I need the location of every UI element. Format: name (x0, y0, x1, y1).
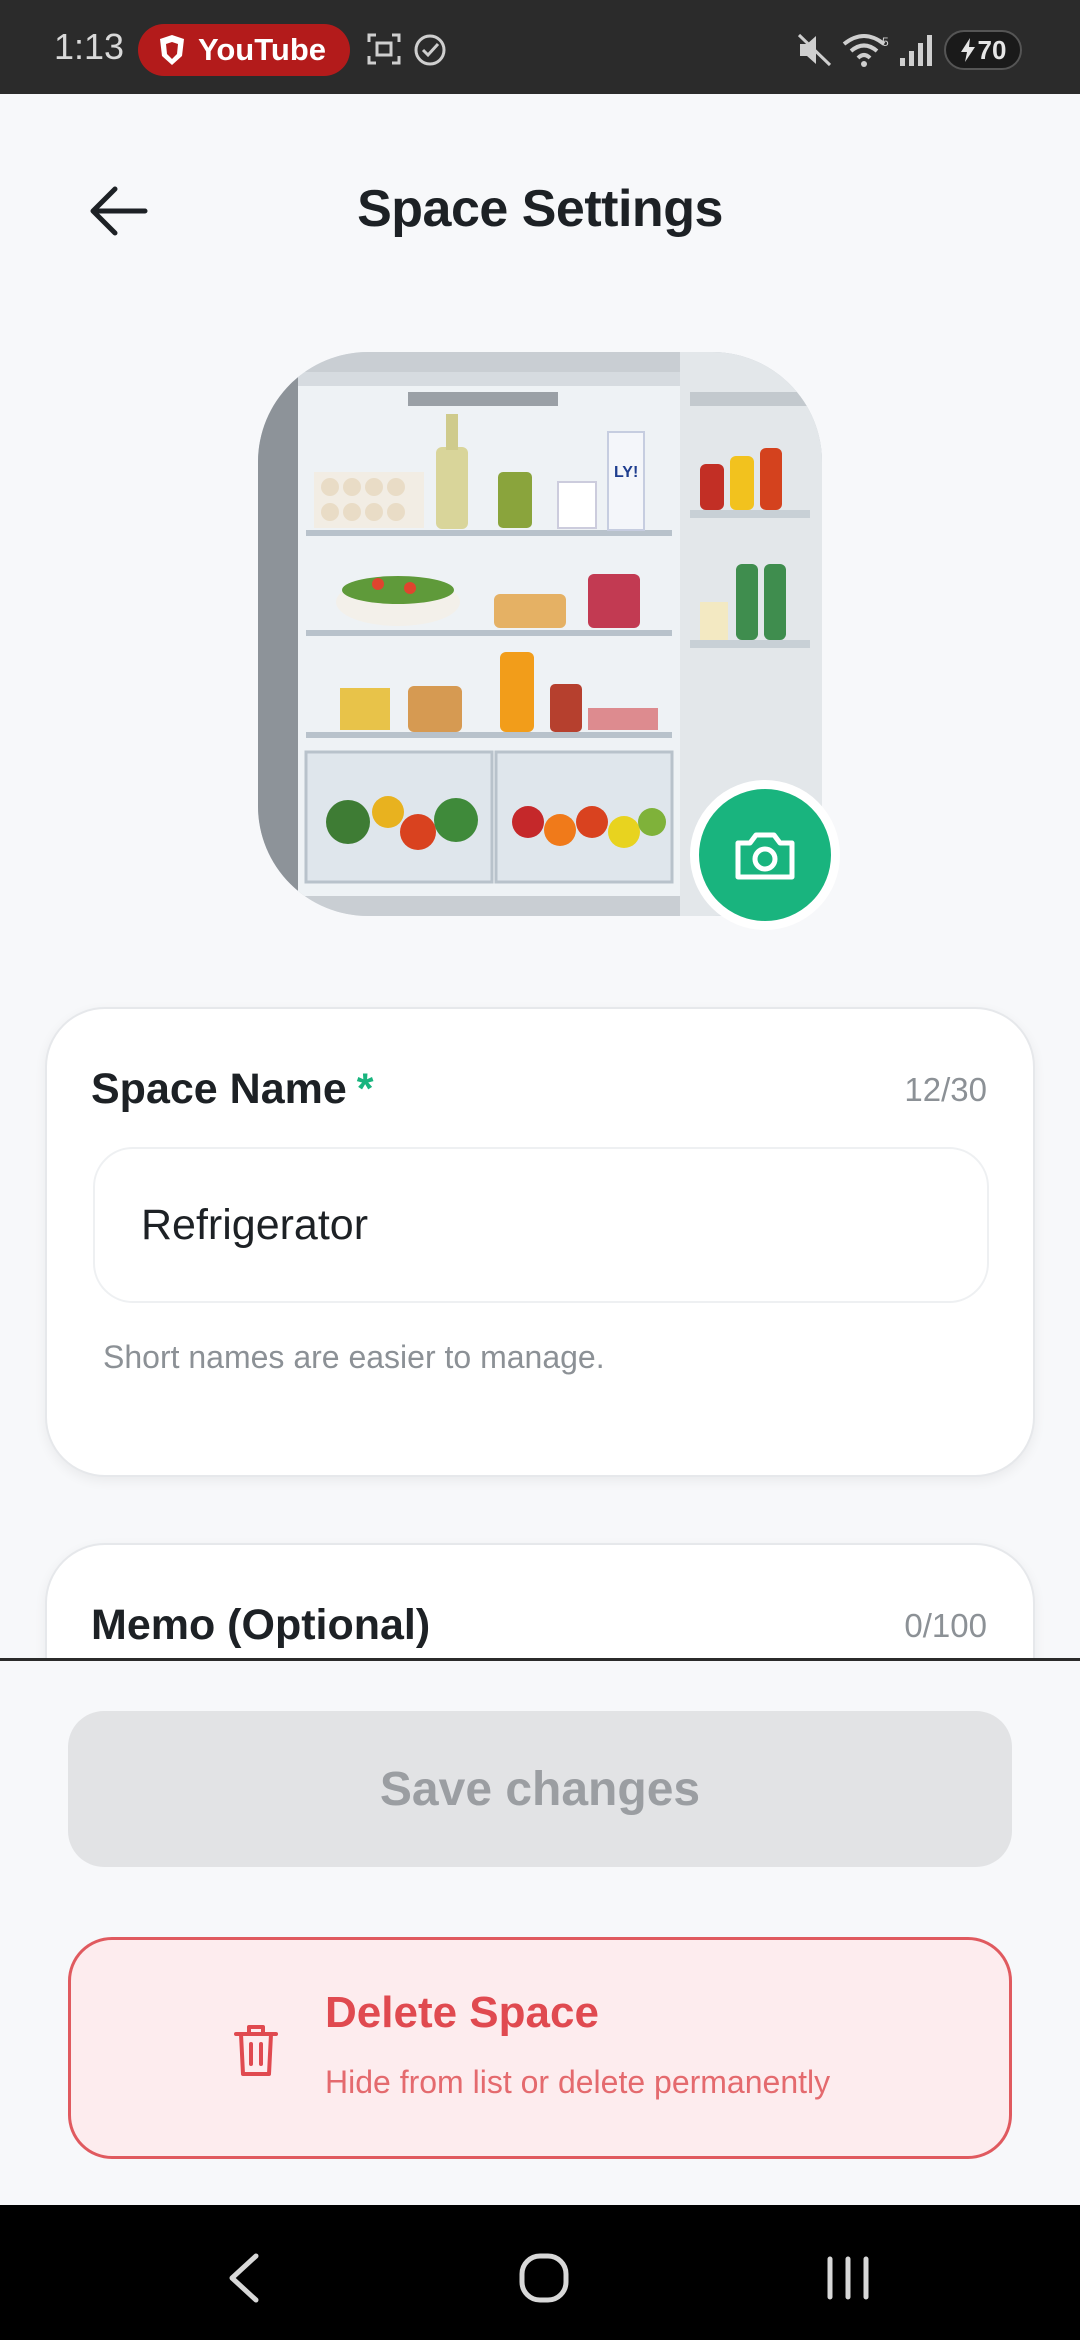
status-bar: 1:13 YouTube 5 70 (0, 0, 1080, 94)
space-name-input[interactable] (93, 1147, 989, 1303)
memo-counter: 0/100 (904, 1607, 987, 1644)
battery-level: 70 (977, 34, 1007, 65)
svg-text:LY!: LY! (614, 464, 638, 481)
wifi-icon: 5 (842, 34, 889, 67)
space-name-label: Space Name * (91, 1065, 374, 1114)
change-photo-button[interactable] (690, 780, 840, 930)
nav-recents-icon (827, 2256, 869, 2300)
signal-icon (900, 35, 932, 66)
youtube-pill[interactable]: YouTube (138, 24, 350, 76)
mute-icon (797, 33, 832, 67)
svg-text:5: 5 (882, 35, 889, 49)
check-circle-icon (414, 34, 446, 66)
bottom-action-panel: Save changes Delete Space Hide from list… (0, 1658, 1080, 2205)
nav-recents-button[interactable] (808, 2243, 888, 2313)
memo-label: Memo (Optional) (91, 1601, 431, 1649)
space-name-card: Space Name* 12/30 Short names are easier… (45, 1007, 1035, 1477)
camera-icon (735, 832, 795, 880)
youtube-pill-label: YouTube (198, 32, 326, 67)
nav-home-icon (519, 2253, 569, 2303)
delete-space-title: Delete Space (325, 1988, 599, 2037)
nav-back-button[interactable] (204, 2243, 284, 2313)
nav-home-button[interactable] (504, 2243, 584, 2313)
save-changes-button[interactable]: Save changes (68, 1711, 1012, 1867)
system-nav-bar (0, 2205, 1080, 2340)
space-name-counter: 12/30 (904, 1071, 987, 1108)
space-name-label-text: Space Name (91, 1065, 347, 1113)
brave-shield-icon (160, 35, 184, 65)
app-header: Space Settings (0, 94, 1080, 334)
delete-space-button[interactable]: Delete Space Hide from list or delete pe… (68, 1937, 1012, 2159)
charging-bolt-icon (960, 38, 975, 62)
status-time: 1:13 (54, 26, 125, 67)
battery-indicator: 70 (944, 30, 1022, 70)
page-title: Space Settings (357, 180, 723, 238)
nav-back-icon (229, 2253, 259, 2303)
required-asterisk: * (356, 1065, 374, 1113)
screenshot-icon (367, 33, 401, 65)
space-name-hint: Short names are easier to manage. (103, 1339, 605, 1375)
trash-icon (234, 2025, 278, 2076)
delete-space-subtitle: Hide from list or delete permanently (325, 2064, 831, 2100)
